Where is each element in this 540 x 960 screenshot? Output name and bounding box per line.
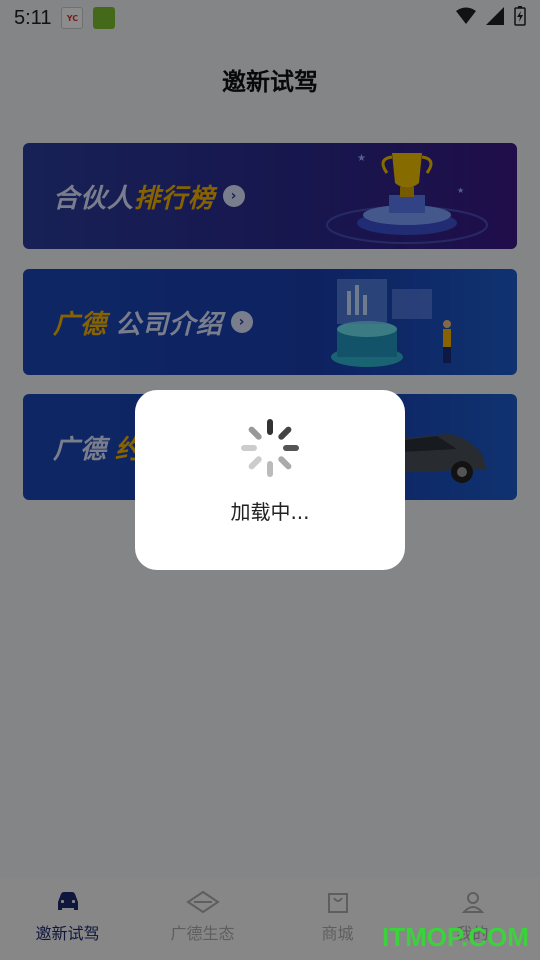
- tab-label: 邀新试驾: [35, 924, 100, 943]
- tab-label: 广德生态: [170, 924, 235, 943]
- loading-dialog: 加载中...: [135, 390, 405, 570]
- watermark: ITMOP.COM: [382, 922, 529, 952]
- user-icon: [461, 892, 484, 913]
- ecology-icon: [185, 890, 220, 914]
- shop-bag-icon: [327, 893, 348, 913]
- loading-text: 加载中...: [230, 500, 310, 524]
- tab-invite-test-drive[interactable]: 邀新试驾: [0, 878, 135, 960]
- tab-label: 商城: [321, 924, 354, 943]
- car-icon: [57, 892, 78, 910]
- tab-ecology[interactable]: 广德生态: [135, 878, 270, 960]
- loading-spinner-icon: [241, 419, 299, 477]
